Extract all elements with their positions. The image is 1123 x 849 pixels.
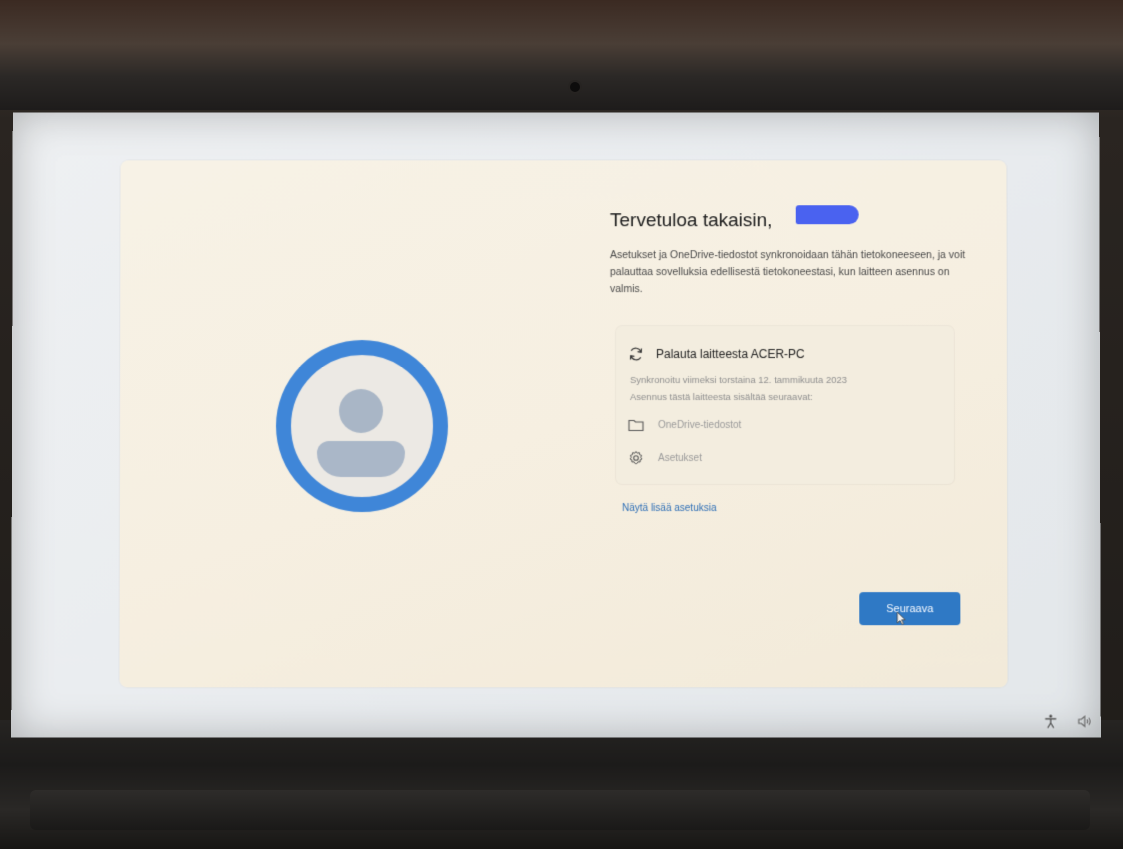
redacted-username: [795, 205, 859, 225]
page-title: Tervetuloa takaisin,: [609, 210, 773, 232]
avatar-head: [338, 389, 384, 433]
more-settings-link[interactable]: Näytä lisää asetuksia: [622, 503, 717, 514]
restore-title: Palauta laitteesta ACER-PC: [655, 347, 805, 362]
folder-icon: [628, 419, 644, 432]
restore-item-label: OneDrive-tiedostot: [657, 419, 742, 431]
accessibility-icon[interactable]: [1043, 713, 1059, 729]
mouse-cursor-icon: [896, 611, 906, 625]
user-avatar: [275, 340, 449, 513]
gear-icon: [629, 450, 643, 465]
webcam: [570, 82, 580, 92]
setup-card: Tervetuloa takaisin, Asetukset ja OneDri…: [119, 160, 1007, 687]
restore-item-onedrive: OneDrive-tiedostot: [628, 418, 741, 432]
restore-item-label: Asetukset: [658, 452, 702, 464]
laptop-bezel-top: [0, 0, 1123, 110]
volume-icon[interactable]: [1077, 713, 1093, 729]
sync-icon: [630, 347, 643, 361]
last-sync-text: Synkronoitu viimeksi torstaina 12. tammi…: [629, 375, 847, 387]
system-tray: [1043, 713, 1093, 729]
avatar-body: [316, 441, 405, 478]
restore-title-row: Palauta laitteesta ACER-PC: [628, 346, 805, 362]
restore-panel[interactable]: Palauta laitteesta ACER-PC Synkronoitu v…: [615, 326, 955, 485]
page-description: Asetukset ja OneDrive-tiedostot synkrono…: [609, 249, 966, 296]
laptop-screen: Tervetuloa takaisin, Asetukset ja OneDri…: [11, 112, 1101, 738]
restore-item-settings: Asetukset: [628, 450, 702, 466]
includes-text: Asennus tästä laitteesta sisältää seuraa…: [629, 392, 813, 404]
keyboard-edge: [30, 790, 1090, 830]
next-button[interactable]: Seuraava: [859, 592, 961, 626]
